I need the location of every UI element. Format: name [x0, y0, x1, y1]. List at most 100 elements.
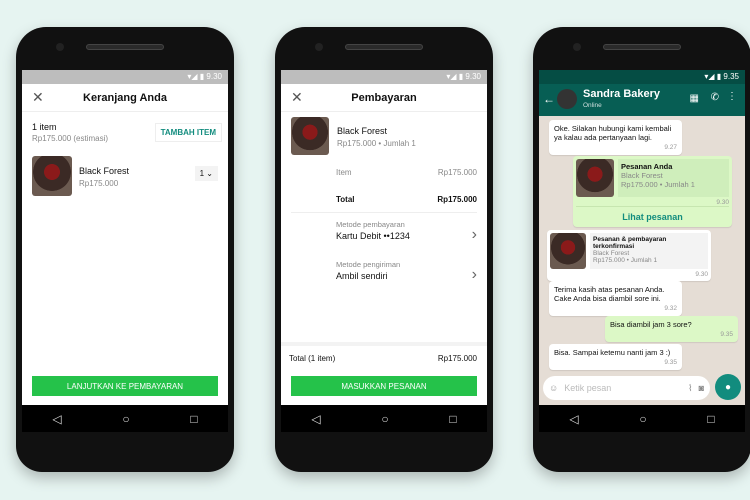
back-arrow-icon[interactable]: ←	[543, 92, 555, 106]
page-title: Pembayaran	[351, 91, 417, 104]
back-icon[interactable]: ◁	[311, 412, 320, 426]
menu-icon[interactable]: ⋮	[727, 91, 737, 102]
phone-cart: ▾◢ ▮ 9.30 ✕ Keranjang Anda 1 item Rp175.0…	[16, 27, 234, 472]
order-product: Black Forest	[621, 171, 663, 180]
presence: Online	[583, 102, 602, 109]
message-out: Bisa diambil jam 3 sore? 9.35	[605, 316, 738, 342]
message-in: Terima kasih atas pesanan Anda. Cake And…	[549, 281, 682, 316]
message-text: Terima kasih atas pesanan Anda. Cake And…	[554, 285, 665, 303]
confirmation-product: Black Forest	[593, 250, 630, 257]
confirmation-time: 9.30	[695, 271, 708, 278]
product-price: Rp175.000	[79, 179, 119, 188]
phone-payment: ▾◢ ▮ 9.30 ✕ Pembayaran Black Forest Rp175…	[275, 27, 493, 472]
message-text: Bisa diambil jam 3 sore?	[610, 320, 692, 329]
camera	[573, 43, 581, 51]
place-order-button[interactable]: MASUKKAN PESANAN	[291, 376, 477, 396]
status-bar: ▾◢ ▮ 9.30	[22, 70, 228, 84]
chevron-down-icon: ⌄	[206, 169, 213, 178]
message-in: Bisa. Sampai ketemu nanti jam 3 :) 9.35	[549, 344, 682, 370]
view-order-link[interactable]: Lihat pesanan	[576, 206, 729, 224]
quantity-value: 1	[199, 169, 205, 178]
order-card[interactable]: Pesanan Anda Black Forest Rp175.000 • Ju…	[573, 156, 732, 227]
nav-bar: ◁ ○ □	[539, 405, 745, 432]
nav-bar: ◁ ○ □	[22, 405, 228, 432]
camera	[315, 43, 323, 51]
chevron-right-icon: ›	[471, 266, 477, 283]
payment-method-value: Kartu Debit ••1234	[336, 231, 410, 241]
speaker	[603, 44, 681, 50]
close-icon[interactable]: ✕	[291, 89, 303, 106]
estimate: Rp175.000 (estimasi)	[32, 134, 109, 143]
close-icon[interactable]: ✕	[32, 89, 44, 106]
order-sub: Rp175.000 • Jumlah 1	[621, 180, 695, 189]
back-icon[interactable]: ◁	[569, 412, 578, 426]
avatar[interactable]	[557, 89, 577, 109]
status-bar: ▾◢ ▮ 9.35	[539, 70, 745, 84]
chat-screen: ▾◢ ▮ 9.35 ← Sandra Bakery Online ▦ ✆ ⋮ O…	[539, 70, 745, 405]
footer-total-value: Rp175.000	[437, 354, 477, 363]
item-value: Rp175.000	[437, 168, 477, 177]
home-icon[interactable]: ○	[381, 412, 388, 426]
speaker	[86, 44, 164, 50]
message-input[interactable]: ☺ Ketik pesan ⌇ ◙	[543, 376, 710, 400]
phone-chat: ▾◢ ▮ 9.35 ← Sandra Bakery Online ▦ ✆ ⋮ O…	[533, 27, 750, 472]
attach-icon[interactable]: ⌇	[688, 383, 692, 394]
chat-header: ← Sandra Bakery Online ▦ ✆ ⋮	[539, 84, 745, 116]
shipping-method[interactable]: Metode pengiriman Ambil sendiri ›	[336, 260, 477, 290]
message-text: 9.27	[664, 144, 677, 151]
product-name: Black Forest	[79, 166, 130, 176]
camera-icon[interactable]: ◙	[699, 383, 704, 393]
confirmation-sub: Rp175.000 • Jumlah 1	[593, 257, 658, 264]
order-title: Pesanan Anda	[621, 162, 673, 171]
status-time: 9.30	[465, 72, 481, 81]
order-time: 9.30	[716, 199, 729, 206]
message-text: Oke. Silakan hubungi kami kembali ya kal…	[554, 124, 672, 142]
payment-screen: ▾◢ ▮ 9.30 ✕ Pembayaran Black Forest Rp175…	[281, 70, 487, 405]
total-label: Total	[336, 195, 355, 204]
quantity-select[interactable]: 1 ⌄	[194, 166, 218, 181]
speaker	[345, 44, 423, 50]
product-name: Black Forest	[337, 126, 388, 136]
emoji-icon[interactable]: ☺	[549, 383, 558, 393]
message-text: 9.32	[664, 305, 677, 312]
total-value: Rp175.000	[437, 195, 477, 204]
payment-method[interactable]: Metode pembayaran Kartu Debit ••1234 ›	[336, 220, 477, 250]
page-title: Keranjang Anda	[83, 91, 167, 104]
confirmation-title: Pesanan & pembayaran terkonfirmasi	[593, 236, 667, 250]
shipping-method-label: Metode pengiriman	[336, 260, 401, 269]
continue-button[interactable]: LANJUTKAN KE PEMBAYARAN	[32, 376, 218, 396]
home-icon[interactable]: ○	[122, 412, 129, 426]
footer-total-label: Total (1 item)	[289, 354, 336, 363]
message-placeholder: Ketik pesan	[564, 383, 612, 393]
item-count: 1 item	[32, 122, 57, 132]
product-image	[291, 117, 329, 155]
status-time: 9.30	[206, 72, 222, 81]
recents-icon[interactable]: □	[449, 412, 456, 426]
store-icon[interactable]: ▦	[690, 93, 699, 104]
recents-icon[interactable]: □	[707, 412, 714, 426]
add-call-icon[interactable]: ✆	[711, 92, 719, 103]
home-icon[interactable]: ○	[639, 412, 646, 426]
status-bar: ▾◢ ▮ 9.30	[281, 70, 487, 84]
cart-screen: ▾◢ ▮ 9.30 ✕ Keranjang Anda 1 item Rp175.0…	[22, 70, 228, 405]
shipping-method-value: Ambil sendiri	[336, 271, 388, 281]
camera	[56, 43, 64, 51]
back-icon[interactable]: ◁	[52, 412, 61, 426]
product-sub: Rp175.000 • Jumlah 1	[337, 139, 416, 148]
chevron-right-icon: ›	[471, 226, 477, 243]
mic-button[interactable]: ●	[715, 374, 741, 400]
nav-bar: ◁ ○ □	[281, 405, 487, 432]
message-text: Bisa. Sampai ketemu nanti jam 3 :)	[554, 348, 671, 357]
message-text: 9.35	[664, 359, 677, 366]
mic-icon: ●	[724, 381, 732, 393]
confirmation-card[interactable]: Pesanan & pembayaran terkonfirmasi Black…	[547, 230, 711, 281]
item-label: Item	[336, 168, 352, 177]
status-time: 9.35	[723, 72, 739, 81]
message-in: Oke. Silakan hubungi kami kembali ya kal…	[549, 120, 682, 155]
recents-icon[interactable]: □	[190, 412, 197, 426]
message-text: 9.35	[720, 331, 733, 338]
payment-method-label: Metode pembayaran	[336, 220, 405, 229]
add-item-button[interactable]: TAMBAH ITEM	[154, 123, 222, 142]
product-image	[32, 156, 72, 196]
contact-name[interactable]: Sandra Bakery	[583, 88, 660, 100]
